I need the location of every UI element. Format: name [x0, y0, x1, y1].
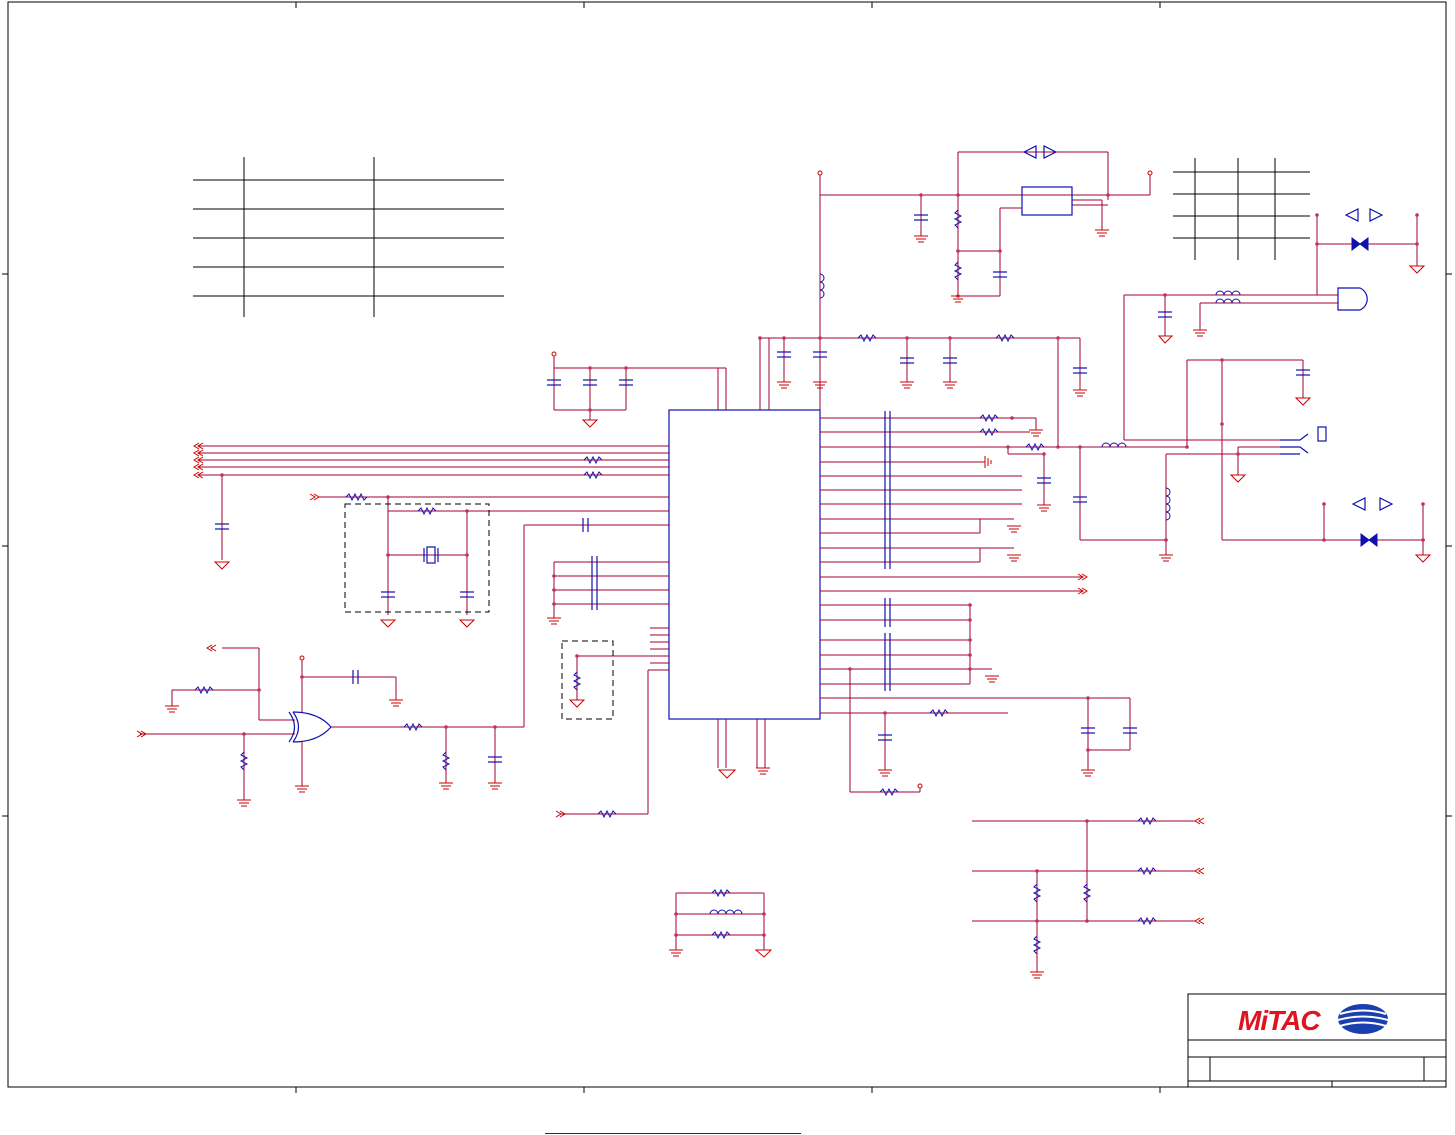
schematic-sheet: MiTAC [2, 1, 1452, 1093]
audio-connector [1280, 287, 1368, 455]
option-table [193, 157, 504, 317]
junction-dots [220, 193, 1425, 937]
esd-diodes [1022, 145, 1394, 511]
inductors [709, 273, 1241, 915]
drawing-frame [2, 1, 1452, 1093]
voltage-regulator [1021, 186, 1073, 216]
signal-wires [140, 151, 1425, 972]
option-group-box [561, 640, 614, 720]
resistors [194, 209, 1157, 955]
power-nodes [299, 170, 1153, 789]
capacitors [215, 214, 1310, 763]
company-logo: MiTAC [1238, 1005, 1321, 1036]
offpage-connectors [136, 442, 1205, 925]
config-table [1173, 158, 1310, 260]
footer-link-underline[interactable] [545, 1133, 801, 1134]
ground-symbols [165, 229, 1432, 979]
xor-gate [288, 711, 332, 743]
codec-ic [668, 409, 821, 720]
globe-emblem-icon [1337, 1004, 1389, 1034]
